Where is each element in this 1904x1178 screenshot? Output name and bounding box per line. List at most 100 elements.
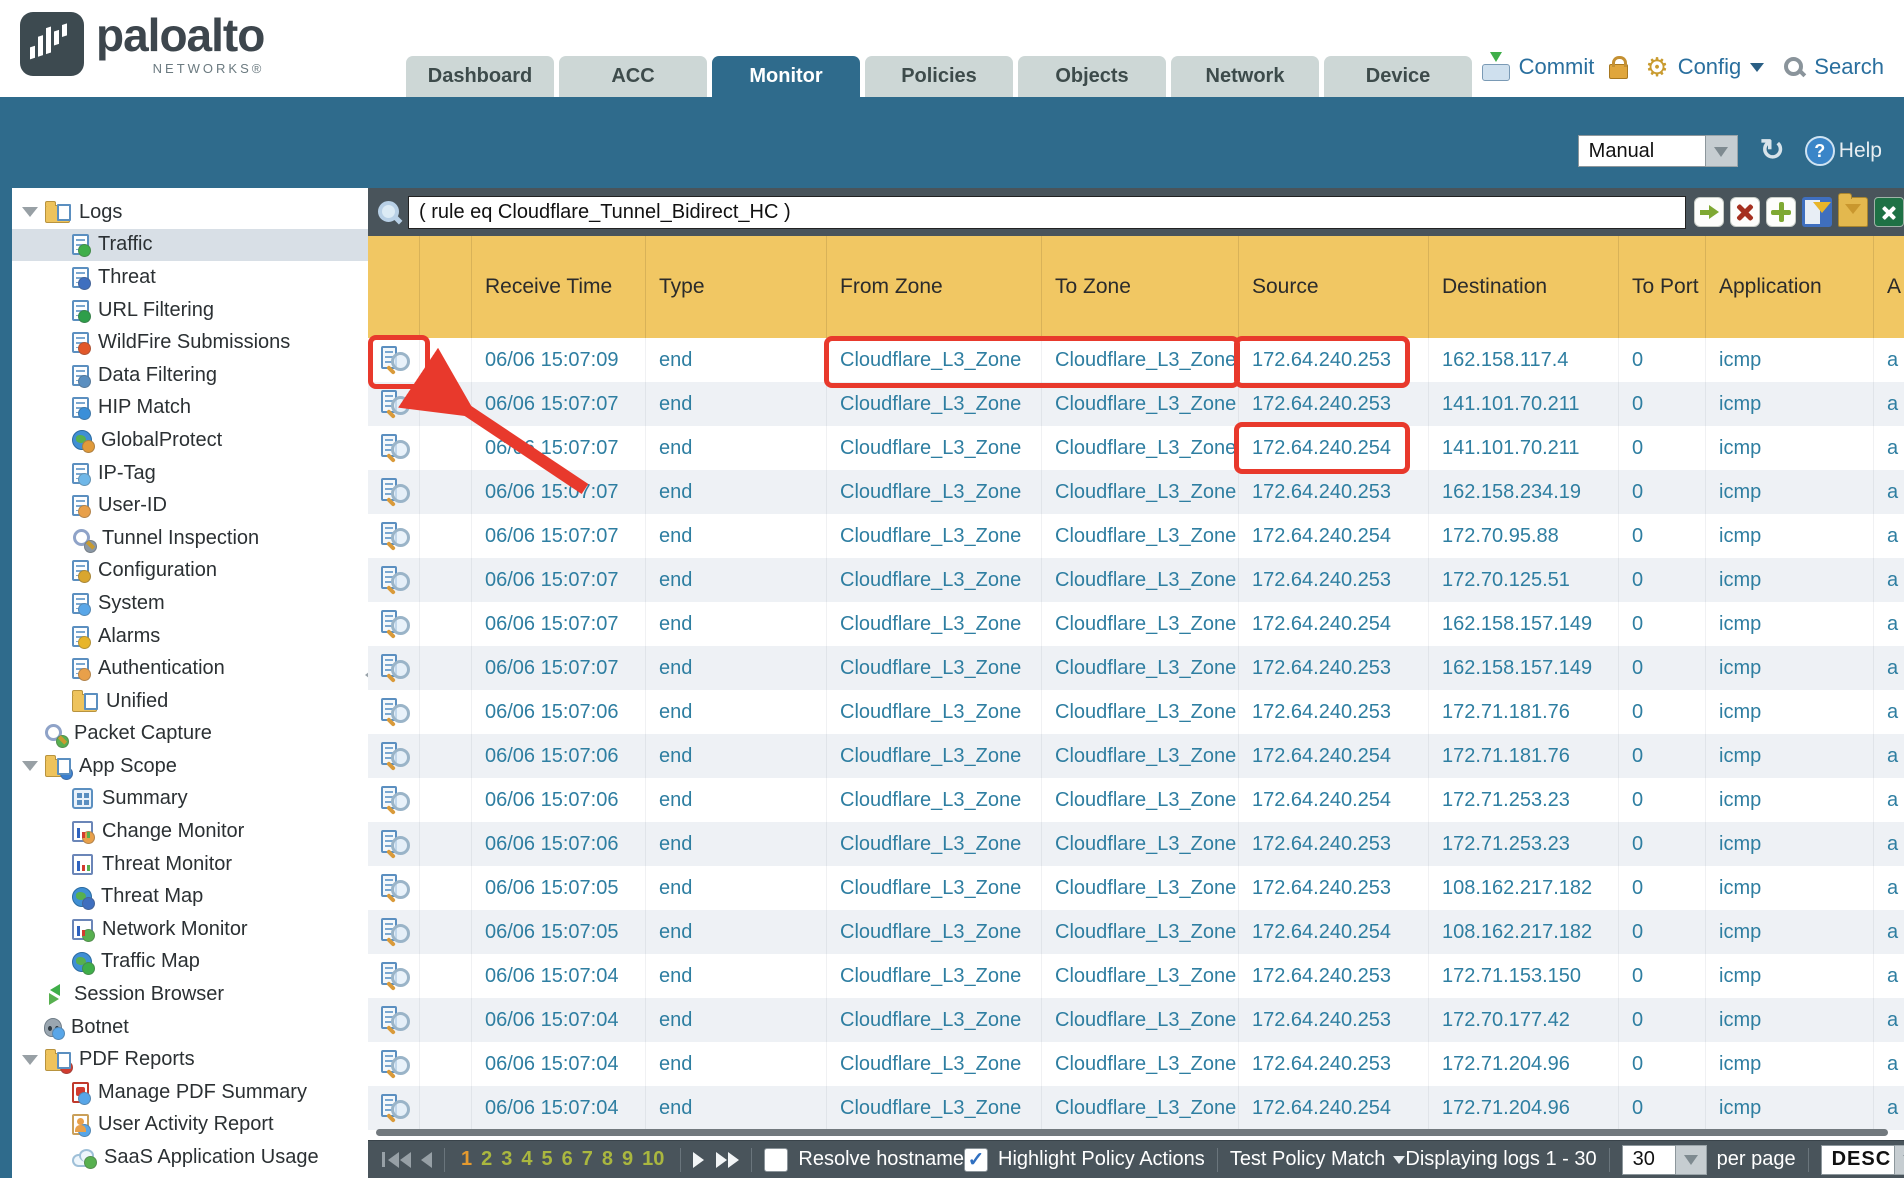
sidebar-item-url-filtering[interactable]: URL Filtering (12, 294, 368, 327)
column-header-application[interactable]: Application (1706, 236, 1874, 338)
detail-cell[interactable] (368, 558, 420, 602)
detail-cell[interactable] (368, 338, 420, 382)
column-header-empty[interactable] (420, 236, 472, 338)
sidebar-item-configuration[interactable]: Configuration (12, 555, 368, 588)
sidebar-item-authentication[interactable]: Authentication (12, 652, 368, 685)
sidebar-item-wildfire-submissions[interactable]: WildFire Submissions (12, 326, 368, 359)
refresh-icon[interactable] (1760, 136, 1785, 166)
tab-objects[interactable]: Objects (1018, 56, 1166, 97)
sidebar-item-tunnel-inspection[interactable]: Tunnel Inspection (12, 522, 368, 555)
log-detail-magnifier-icon[interactable] (379, 653, 409, 683)
log-detail-magnifier-icon[interactable] (379, 829, 409, 859)
expand-triangle-icon[interactable] (22, 1055, 38, 1065)
sidebar-item-threat-monitor[interactable]: Threat Monitor (12, 848, 368, 881)
column-header-to-zone[interactable]: To Zone (1042, 236, 1239, 338)
detail-cell[interactable] (368, 734, 420, 778)
page-number-4[interactable]: 4 (521, 1148, 532, 1171)
sidebar-item-manage-pdf-summary[interactable]: Manage PDF Summary (12, 1076, 368, 1109)
sidebar-item-ip-tag[interactable]: IP-Tag (12, 457, 368, 490)
per-page-select[interactable]: 30 (1622, 1145, 1676, 1175)
export-to-csv-icon[interactable] (1874, 197, 1904, 227)
help-label[interactable]: Help (1839, 139, 1882, 163)
log-detail-magnifier-icon[interactable] (379, 1093, 409, 1123)
sidebar-item-threat-map[interactable]: Threat Map (12, 880, 368, 913)
highlight-policy-actions-checkbox[interactable] (964, 1148, 988, 1172)
column-header-source[interactable]: Source (1239, 236, 1429, 338)
sidebar-item-packet-capture[interactable]: Packet Capture (12, 718, 368, 751)
log-detail-magnifier-icon[interactable] (379, 477, 409, 507)
tab-monitor[interactable]: Monitor (712, 56, 860, 97)
detail-cell[interactable] (368, 778, 420, 822)
sidebar-item-hip-match[interactable]: HIP Match (12, 392, 368, 425)
add-log-filter-icon[interactable] (1802, 197, 1832, 227)
sidebar-item-logs[interactable]: Logs (12, 196, 368, 229)
detail-cell[interactable] (368, 382, 420, 426)
page-number-7[interactable]: 7 (582, 1148, 593, 1171)
detail-cell[interactable] (368, 602, 420, 646)
log-detail-magnifier-icon[interactable] (379, 873, 409, 903)
refresh-interval-dropdown-arrow[interactable] (1706, 135, 1738, 167)
page-number-6[interactable]: 6 (562, 1148, 573, 1171)
resolve-hostname-checkbox[interactable] (764, 1148, 788, 1172)
sidebar-item-session-browser[interactable]: Session Browser (12, 978, 368, 1011)
detail-cell[interactable] (368, 954, 420, 998)
per-page-dropdown-arrow[interactable] (1676, 1145, 1707, 1175)
global-search-button[interactable]: Search (1814, 54, 1884, 80)
detail-cell[interactable] (368, 690, 420, 734)
column-header-type[interactable]: Type (646, 236, 827, 338)
config-caret-icon[interactable] (1750, 63, 1764, 79)
sidebar-item-change-monitor[interactable]: Change Monitor (12, 815, 368, 848)
column-header-empty[interactable] (368, 236, 420, 338)
page-number-3[interactable]: 3 (501, 1148, 512, 1171)
sidebar-item-threat[interactable]: Threat (12, 261, 368, 294)
tab-network[interactable]: Network (1171, 56, 1319, 97)
test-policy-match-button[interactable]: Test Policy Match (1230, 1148, 1406, 1171)
page-number-9[interactable]: 9 (622, 1148, 633, 1171)
log-detail-magnifier-icon[interactable] (379, 389, 409, 419)
tab-dashboard[interactable]: Dashboard (406, 56, 554, 97)
lock-icon[interactable] (1609, 64, 1628, 79)
detail-cell[interactable] (368, 514, 420, 558)
sidebar-item-summary[interactable]: Summary (12, 783, 368, 816)
log-detail-magnifier-icon[interactable] (379, 521, 409, 551)
sidebar-item-data-filtering[interactable]: Data Filtering (12, 359, 368, 392)
horizontal-scrollbar[interactable] (368, 1128, 1904, 1138)
page-number-2[interactable]: 2 (481, 1148, 492, 1171)
apply-filter-icon[interactable] (1694, 197, 1724, 227)
detail-cell[interactable] (368, 910, 420, 954)
sidebar-item-globalprotect[interactable]: GlobalProtect (12, 424, 368, 457)
log-detail-magnifier-icon[interactable] (379, 1049, 409, 1079)
config-button[interactable]: Config (1678, 54, 1742, 80)
page-number-10[interactable]: 10 (642, 1148, 664, 1171)
detail-cell[interactable] (368, 426, 420, 470)
sidebar-item-botnet[interactable]: Botnet (12, 1011, 368, 1044)
tab-acc[interactable]: ACC (559, 56, 707, 97)
sidebar-item-pdf-reports[interactable]: PDF Reports (12, 1043, 368, 1076)
column-header-a[interactable]: A (1874, 236, 1904, 338)
column-header-to-port[interactable]: To Port (1619, 236, 1706, 338)
log-detail-magnifier-icon[interactable] (379, 609, 409, 639)
expand-triangle-icon[interactable] (22, 761, 38, 771)
log-detail-magnifier-icon[interactable] (379, 433, 409, 463)
sidebar-item-user-id[interactable]: User-ID (12, 489, 368, 522)
sidebar-item-traffic-map[interactable]: Traffic Map (12, 946, 368, 979)
sidebar-item-traffic[interactable]: Traffic (12, 229, 368, 262)
sidebar-item-alarms[interactable]: Alarms (12, 620, 368, 653)
load-filter-icon[interactable] (1838, 197, 1868, 227)
sidebar-item-system[interactable]: System (12, 587, 368, 620)
log-detail-magnifier-icon[interactable] (379, 565, 409, 595)
log-detail-magnifier-icon[interactable] (379, 741, 409, 771)
detail-cell[interactable] (368, 866, 420, 910)
detail-cell[interactable] (368, 1042, 420, 1086)
expand-triangle-icon[interactable] (22, 207, 38, 217)
page-number-8[interactable]: 8 (602, 1148, 613, 1171)
detail-cell[interactable] (368, 822, 420, 866)
sidebar-item-user-activity-report[interactable]: User Activity Report (12, 1109, 368, 1142)
last-page-button[interactable] (716, 1152, 739, 1168)
detail-cell[interactable] (368, 1086, 420, 1130)
sort-order-dropdown-arrow[interactable] (1895, 1145, 1904, 1175)
sidebar-item-network-monitor[interactable]: Network Monitor (12, 913, 368, 946)
log-detail-magnifier-icon[interactable] (379, 917, 409, 947)
commit-button[interactable]: Commit (1519, 54, 1595, 80)
help-icon[interactable] (1805, 136, 1835, 166)
